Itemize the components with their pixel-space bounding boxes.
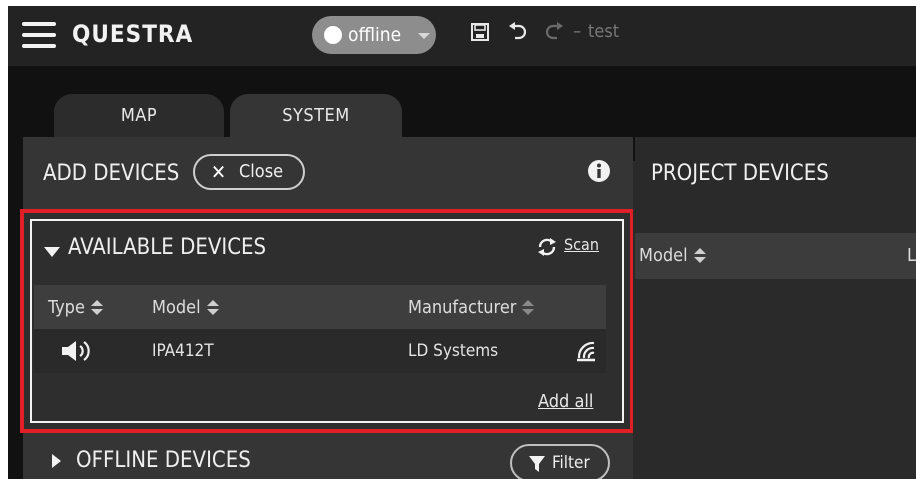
column-manufacturer-label: Manufacturer	[408, 297, 517, 318]
sort-icon	[693, 248, 706, 264]
tab-map-label: MAP	[120, 105, 158, 126]
column-type[interactable]: Type	[48, 297, 103, 318]
column-type-label: Type	[48, 297, 85, 318]
project-name: test	[588, 21, 620, 42]
available-devices-title: AVAILABLE DEVICES	[68, 235, 267, 260]
sort-icon	[522, 300, 535, 316]
tab-system[interactable]: SYSTEM	[230, 94, 402, 138]
menu-icon[interactable]	[22, 22, 56, 48]
available-devices-section: AVAILABLE DEVICES Scan Type Model Manufa…	[30, 219, 624, 423]
info-icon[interactable]	[587, 159, 611, 183]
status-label: offline	[348, 24, 402, 46]
panel-divider	[633, 161, 635, 479]
project-devices-header: Model L	[635, 233, 916, 279]
add-devices-title: ADD DEVICES	[43, 161, 180, 186]
app-title: QUESTRA	[72, 20, 194, 48]
project-column-model-label: Model	[639, 245, 688, 266]
project-devices-panel: PROJECT DEVICES Model L	[635, 137, 916, 479]
project-devices-title: PROJECT DEVICES	[651, 161, 829, 186]
offline-devices-title: OFFLINE DEVICES	[76, 448, 251, 473]
device-manufacturer: LD Systems	[408, 341, 499, 361]
connection-status-dropdown[interactable]: offline	[312, 16, 436, 54]
column-manufacturer[interactable]: Manufacturer	[408, 297, 535, 318]
collapse-caret-icon[interactable]	[44, 247, 60, 257]
device-model: IPA412T	[152, 341, 214, 361]
sort-icon	[206, 300, 219, 316]
column-model[interactable]: Model	[152, 297, 219, 318]
close-icon: ✕	[211, 160, 227, 184]
filter-button[interactable]: Filter	[510, 444, 610, 479]
table-row[interactable]: IPA412T LD Systems	[34, 329, 606, 373]
save-icon[interactable]	[470, 22, 490, 42]
refresh-icon	[538, 238, 556, 256]
speaker-icon	[62, 341, 90, 361]
title-separator: –	[573, 21, 582, 42]
expand-caret-icon[interactable]	[52, 454, 61, 468]
undo-icon[interactable]	[506, 22, 528, 42]
available-devices-header: Type Model Manufacturer	[34, 285, 606, 329]
project-column-model[interactable]: Model	[639, 245, 706, 266]
available-devices-highlight: AVAILABLE DEVICES Scan Type Model Manufa…	[20, 209, 634, 433]
sort-icon	[90, 300, 103, 316]
close-button[interactable]: ✕ Close	[193, 154, 305, 190]
column-model-label: Model	[152, 297, 201, 318]
redo-icon[interactable]	[544, 22, 566, 42]
project-column-truncated: L	[907, 245, 916, 266]
top-bar: QUESTRA offline – test	[8, 6, 916, 66]
caret-down-icon	[418, 33, 430, 39]
tab-map[interactable]: MAP	[54, 94, 224, 138]
tab-system-label: SYSTEM	[282, 105, 350, 126]
close-button-label: Close	[239, 161, 284, 182]
status-dot-icon	[324, 26, 342, 44]
app-window: QUESTRA offline – test MAP SYSTEM ADD DE…	[8, 6, 916, 479]
add-all-link[interactable]: Add all	[538, 391, 593, 412]
add-device-icon[interactable]	[574, 339, 598, 363]
scan-label: Scan	[564, 235, 599, 254]
filter-icon	[529, 456, 545, 472]
filter-label: Filter	[552, 453, 590, 473]
